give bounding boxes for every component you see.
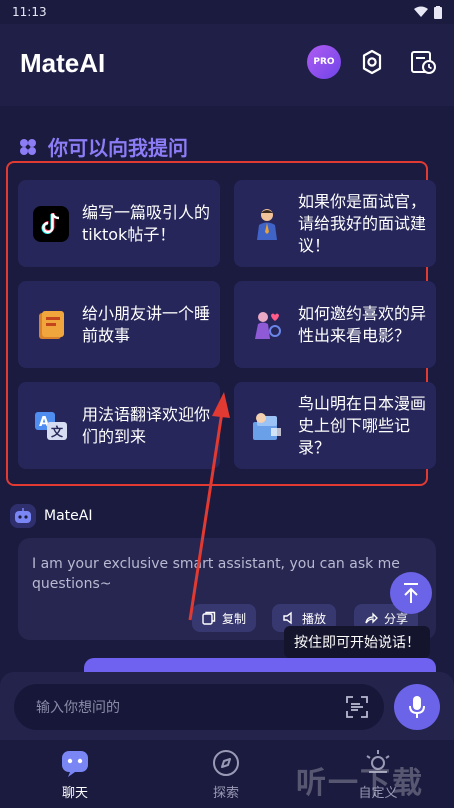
wifi-icon [414,6,428,17]
book-icon [32,306,70,344]
copy-button[interactable]: 复制 [192,604,257,632]
prompt-card-4[interactable]: 如何邀约喜欢的异性出来看电影？ [234,281,436,368]
input-bar: 输入你想问的 [0,672,454,740]
interviewer-icon [248,205,286,243]
compass-icon [213,750,239,776]
prompt-card-1[interactable]: 编写一篇吸引人的tiktok帖子！ [18,180,220,267]
bot-message-text: I am your exclusive smart assistant, you… [32,556,400,592]
manga-icon [248,407,286,445]
pinwheel-icon [20,138,36,155]
battery-icon [434,5,442,19]
section-title: 你可以向我提问 [48,136,188,160]
scan-icon[interactable] [346,696,368,718]
speaker-icon [283,611,292,625]
pro-label: PRO [313,57,335,67]
scroll-to-top-button[interactable] [390,572,432,614]
prompt-card-3[interactable]: 给小朋友讲一个睡前故事 [18,281,220,368]
tooltip-text: 按住即可开始说话！ [294,635,420,651]
app-header: MateAI PRO [0,24,454,106]
arrow-up-icon [404,583,418,603]
prompt-card-text: 鸟山明在日本漫画史上创下哪些记录？ [298,393,427,457]
prompt-card-text: 编写一篇吸引人的tiktok帖子！ [82,202,211,244]
prompt-card-text: 如果你是面试官，请给我好的面试建议！ [298,191,427,255]
chat-input-placeholder: 输入你想问的 [36,700,120,716]
date-icon [248,306,286,344]
status-icons [414,5,442,19]
tab-label: 探索 [212,786,239,801]
prompt-card-5[interactable]: A 文 用法语翻译欢迎你们的到来 [18,382,220,469]
copy-icon [202,611,216,625]
status-bar: 11:13 [0,0,454,24]
watermark: 听一下载 [296,766,424,801]
settings-icon[interactable] [358,48,386,76]
history-icon[interactable] [409,48,437,76]
main-content: 你可以向我提问 编写一篇吸引人的tiktok帖子！ 如果你是面试官，请给我好的面… [0,106,454,672]
user-message-bubble [84,658,436,672]
prompt-card-text: 用法语翻译欢迎你们的到来 [82,404,211,446]
play-label: 播放 [302,611,327,626]
prompt-card-6[interactable]: 鸟山明在日本漫画史上创下哪些记录？ [234,382,436,469]
tiktok-icon [32,205,70,243]
chat-input[interactable]: 输入你想问的 [14,684,384,730]
translate-icon: A 文 [32,407,70,445]
share-icon [365,612,378,624]
chat-icon [62,751,88,777]
app-title: MateAI [20,48,106,78]
microphone-icon [409,696,425,718]
bot-name: MateAI [44,508,93,524]
prompt-card-2[interactable]: 如果你是面试官，请给我好的面试建议！ [234,180,436,267]
pro-badge-button[interactable]: PRO [307,45,341,79]
svg-text:文: 文 [51,424,64,439]
microphone-button[interactable] [394,684,440,730]
tab-explore[interactable]: 探索 [186,748,266,801]
tab-label: 聊天 [61,786,88,801]
robot-icon [15,508,31,523]
status-time: 11:13 [12,5,47,19]
prompt-card-text: 给小朋友讲一个睡前故事 [82,303,211,345]
voice-tooltip: 按住即可开始说话！ [284,626,430,658]
section-header: 你可以向我提问 [18,132,188,161]
bot-avatar [10,504,36,528]
tab-chat[interactable]: 聊天 [35,748,115,801]
prompt-card-text: 如何邀约喜欢的异性出来看电影？ [298,303,427,345]
bot-header: MateAI [10,504,92,528]
copy-label: 复制 [222,611,247,626]
